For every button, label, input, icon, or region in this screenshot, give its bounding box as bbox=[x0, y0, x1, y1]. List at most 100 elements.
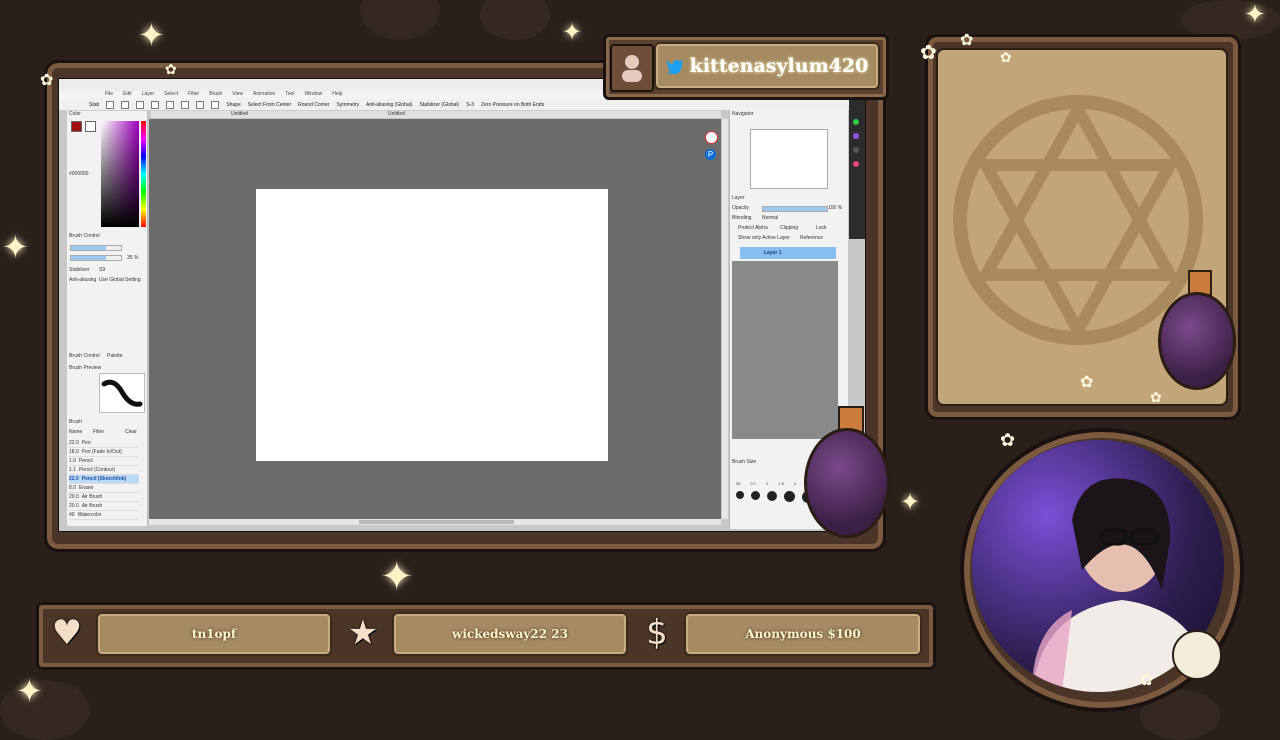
brush-list-item[interactable]: 18.0 Pen (Fade In/Out) bbox=[69, 448, 139, 457]
brush-list-item[interactable]: 22.0 Pen bbox=[69, 439, 139, 448]
brush-filter-input[interactable]: Filter bbox=[93, 429, 104, 435]
brush-clear-button[interactable]: Clear bbox=[125, 429, 137, 435]
brush-size-slider[interactable] bbox=[70, 245, 122, 251]
status-icon bbox=[853, 147, 859, 153]
twitter-bird-icon bbox=[665, 60, 683, 74]
brush-size-dot[interactable] bbox=[736, 491, 744, 499]
vertical-scrollbar[interactable] bbox=[722, 119, 728, 519]
tool-button[interactable] bbox=[121, 100, 130, 109]
stabilizer-select[interactable]: S-3 bbox=[466, 102, 474, 108]
brush-name: Air Brush bbox=[81, 494, 103, 500]
brush-size-value[interactable]: 25 bbox=[736, 481, 740, 486]
tab-brush-control[interactable]: Brush Control bbox=[69, 353, 100, 359]
brush-list-item[interactable]: 20.0 Air Brush bbox=[69, 502, 139, 511]
layer-item[interactable]: Layer 1 bbox=[740, 247, 836, 259]
menu-edit[interactable]: Edit bbox=[123, 91, 132, 99]
hex-value: #000000 bbox=[69, 171, 89, 177]
paypal-icon: P bbox=[705, 149, 716, 160]
background-cloud bbox=[480, 0, 550, 40]
brush-size-values: 25 0.7 1 1.5 2 bbox=[736, 481, 796, 486]
tab-untitled[interactable]: Untitled bbox=[151, 111, 308, 118]
potion-bottle bbox=[1158, 292, 1236, 390]
brush-list: 22.0 Pen 18.0 Pen (Fade In/Out) 1.0 Pencil 1.1… bbox=[69, 439, 139, 520]
brush-list-item[interactable]: 1.0 Pencil bbox=[69, 457, 139, 466]
brush-list-item[interactable]: 1.1 Pencil (Contour) bbox=[69, 466, 139, 475]
brush-size: 20.0 bbox=[69, 494, 79, 500]
opacity-slider[interactable] bbox=[762, 206, 828, 212]
zero-pressure-checkbox[interactable]: Zero Pressure on Both Ends bbox=[481, 102, 544, 108]
canvas-workspace: P bbox=[149, 119, 721, 519]
tool-button[interactable] bbox=[151, 100, 160, 109]
brush-size-dot[interactable] bbox=[767, 491, 777, 501]
tab-palette[interactable]: Palette bbox=[107, 353, 123, 359]
tool-button[interactable] bbox=[181, 100, 190, 109]
background-cloud bbox=[360, 0, 440, 40]
stab-label: Stab bbox=[89, 101, 100, 108]
latest-donation: Anonymous $100 bbox=[745, 627, 861, 641]
navigator-preview[interactable] bbox=[750, 129, 828, 189]
shape-checkbox[interactable]: Shape bbox=[226, 102, 240, 108]
brush-size-dot[interactable] bbox=[784, 491, 795, 502]
menu-animation[interactable]: Animation bbox=[253, 91, 275, 99]
status-icon bbox=[853, 133, 859, 139]
person-icon bbox=[622, 55, 642, 82]
horizontal-scrollbar[interactable] bbox=[149, 519, 721, 525]
tab-untitled[interactable]: Untitled bbox=[308, 111, 465, 118]
brush-size-value[interactable]: 1.5 bbox=[778, 481, 784, 486]
flower-decoration: ✿ bbox=[1000, 50, 1012, 66]
hue-slider[interactable] bbox=[141, 121, 146, 227]
latest-follower: tn1opf bbox=[191, 627, 237, 641]
brush-name-label: Name bbox=[69, 429, 83, 435]
tool-button[interactable] bbox=[211, 100, 220, 109]
menu-tool[interactable]: Tool bbox=[285, 91, 294, 99]
dollar-icon: $ bbox=[646, 613, 668, 653]
menu-view[interactable]: View bbox=[232, 91, 243, 99]
menu-help[interactable]: Help bbox=[332, 91, 342, 99]
brush-list-item[interactable]: 22.0 Pencil (Sketch/Ink) bbox=[69, 475, 139, 484]
anti-aliasing-select[interactable]: Use Global Setting bbox=[99, 277, 141, 283]
brush-size: 8.0 bbox=[69, 485, 76, 491]
stabilizer-select[interactable]: S9 bbox=[99, 267, 105, 273]
select-from-center-checkbox[interactable]: Select From Center bbox=[248, 102, 291, 108]
drawing-canvas[interactable] bbox=[256, 189, 608, 461]
tool-button[interactable] bbox=[136, 100, 145, 109]
brush-size: 1.0 bbox=[69, 458, 76, 464]
clipping-checkbox[interactable]: Clipping bbox=[780, 225, 798, 231]
anti-aliasing-checkbox[interactable]: Anti-aliasing (Global) bbox=[366, 102, 412, 108]
brush-size-dot[interactable] bbox=[751, 491, 760, 500]
tool-button[interactable] bbox=[106, 100, 115, 109]
scroll-thumb[interactable] bbox=[359, 520, 514, 524]
tool-button[interactable] bbox=[196, 100, 205, 109]
brush-size-value[interactable]: 0.7 bbox=[750, 481, 756, 486]
round-corner-checkbox[interactable]: Round Corner bbox=[298, 102, 329, 108]
menu-layer[interactable]: Layer bbox=[142, 91, 155, 99]
tool-button[interactable] bbox=[166, 100, 175, 109]
brush-panel-label: Brush bbox=[69, 419, 83, 425]
menu-select[interactable]: Select bbox=[164, 91, 178, 99]
brush-size: 22.0 bbox=[69, 476, 79, 482]
protect-alpha-checkbox[interactable]: Protect Alpha bbox=[738, 225, 768, 231]
brush-size-value[interactable]: 1 bbox=[766, 481, 768, 486]
menu-filter[interactable]: Filter bbox=[188, 91, 199, 99]
brush-name: Watercolor bbox=[77, 512, 102, 518]
blending-select[interactable]: Normal bbox=[762, 215, 778, 221]
lock-checkbox[interactable]: Lock bbox=[816, 225, 827, 231]
color-picker-square[interactable] bbox=[101, 121, 139, 227]
menu-file[interactable]: File bbox=[105, 91, 113, 99]
reference-checkbox[interactable]: Reference bbox=[800, 235, 823, 241]
symmetry-checkbox[interactable]: Symmetry bbox=[337, 102, 360, 108]
primary-color-swatch[interactable] bbox=[71, 121, 82, 132]
brush-list-item[interactable]: 20.0 Air Brush bbox=[69, 493, 139, 502]
opacity-value: 100 % bbox=[828, 205, 843, 211]
density-value: 35 % bbox=[127, 255, 139, 261]
brush-list-item[interactable]: 8.0 Eraser bbox=[69, 484, 139, 493]
brush-size-value[interactable]: 2 bbox=[794, 481, 796, 486]
flower-decoration: ✿ bbox=[920, 40, 937, 64]
brush-list-item[interactable]: 40 Watercolor bbox=[69, 511, 139, 520]
show-active-layer-checkbox[interactable]: Show only Active Layer bbox=[738, 235, 790, 241]
sparkle-icon: ✦ bbox=[380, 554, 414, 600]
menu-brush[interactable]: Brush bbox=[209, 91, 222, 99]
menu-window[interactable]: Window bbox=[304, 91, 322, 99]
secondary-color-swatch[interactable] bbox=[85, 121, 96, 132]
brush-density-slider[interactable] bbox=[70, 255, 122, 261]
